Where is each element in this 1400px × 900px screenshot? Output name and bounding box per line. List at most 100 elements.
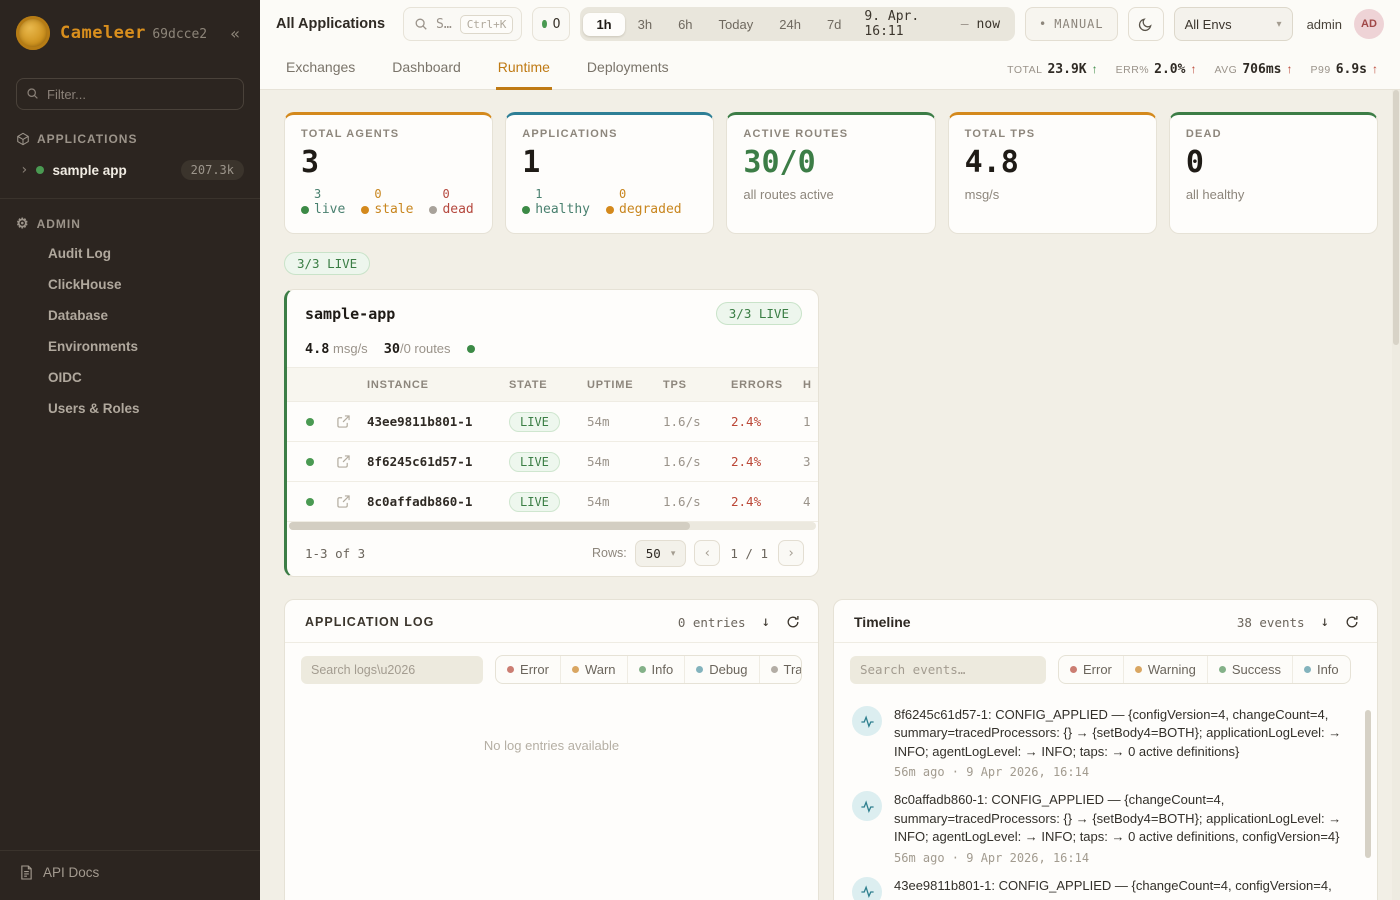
- document-icon: [20, 865, 33, 880]
- tab-exchanges[interactable]: Exchanges: [284, 59, 357, 90]
- log-level-filters: Error Warn Info Debug Trace: [495, 655, 802, 684]
- moon-icon: [1138, 17, 1153, 32]
- filter-error[interactable]: Error: [496, 656, 560, 683]
- timeline-events-list: 8f6245c61d57-1: CONFIG_APPLIED — {config…: [834, 696, 1377, 900]
- breakdown-stale: 0stale: [361, 187, 413, 218]
- chevron-right-icon[interactable]: ›: [20, 162, 28, 178]
- instance-status-dot: [306, 498, 314, 506]
- table-row[interactable]: 43ee9811b801-1 LIVE 54m 1.6/s 2.4% 1: [287, 402, 818, 442]
- filter-success[interactable]: Success: [1207, 656, 1292, 683]
- filter-debug[interactable]: Debug: [684, 656, 758, 683]
- table-row[interactable]: 8c0affadb860-1 LIVE 54m 1.6/s 2.4% 4: [287, 482, 818, 522]
- timeline-search-input[interactable]: [850, 656, 1046, 684]
- instance-status-dot: [306, 458, 314, 466]
- date-range-display[interactable]: 9. Apr. 16:11 – now: [854, 9, 1012, 39]
- sample-app-panel: sample-app 3/3 LIVE 4.8 msg/s 30/0 route…: [284, 289, 819, 577]
- app-live-badge: 3/3 LIVE: [716, 302, 802, 325]
- sidebar-collapse-icon[interactable]: «: [224, 22, 246, 45]
- package-icon: [16, 132, 30, 146]
- topbar: All Applications S… Ctrl+K O 1h 3h 6h To…: [260, 0, 1400, 48]
- filter-trace[interactable]: Trace: [759, 656, 802, 683]
- filter-info[interactable]: Info: [1292, 656, 1350, 683]
- external-link-icon[interactable]: [323, 455, 363, 468]
- stat-total: TOTAL 23.9K ↑: [1007, 62, 1098, 77]
- tab-deployments[interactable]: Deployments: [585, 59, 671, 90]
- col-tps: TPS: [659, 379, 727, 391]
- filter-warning[interactable]: Warning: [1123, 656, 1207, 683]
- arrow-up-icon: ↑: [1092, 62, 1098, 76]
- timeline-scrollbar[interactable]: [1365, 710, 1371, 858]
- breakdown-healthy: 1healthy: [522, 187, 590, 218]
- log-search-input[interactable]: [301, 656, 483, 684]
- avatar[interactable]: AD: [1354, 9, 1384, 39]
- instance-status-dot: [306, 418, 314, 426]
- external-link-icon[interactable]: [323, 495, 363, 508]
- filter-warn[interactable]: Warn: [560, 656, 627, 683]
- timeline-title: Timeline: [854, 614, 911, 630]
- sidebar-item-environments[interactable]: Environments: [0, 331, 260, 362]
- tab-dashboard[interactable]: Dashboard: [390, 59, 463, 90]
- timeline-event-count: 38 events: [1237, 615, 1305, 630]
- info-dot: [1304, 666, 1311, 673]
- sidebar-filter: [16, 78, 244, 110]
- next-page-button[interactable]: ›: [778, 540, 804, 566]
- env-selected-value: All Envs: [1185, 17, 1232, 32]
- rows-per-page-select[interactable]: 50▾: [635, 540, 687, 567]
- filter-error[interactable]: Error: [1059, 656, 1123, 683]
- filter-info[interactable]: Info: [627, 656, 685, 683]
- prev-page-button[interactable]: ‹: [694, 540, 720, 566]
- stat-p99: P99 6.9s ↑: [1311, 62, 1379, 77]
- app-panel-title: sample-app: [305, 305, 395, 323]
- sidebar: Cameleer 69dcce2 « APPLICATIONS › sample…: [0, 0, 260, 900]
- table-horizontal-scrollbar[interactable]: [289, 522, 816, 530]
- external-link-icon[interactable]: [323, 415, 363, 428]
- log-empty-state: No log entries available: [285, 696, 818, 753]
- time-range-7d[interactable]: 7d: [814, 13, 854, 36]
- global-search-button[interactable]: S… Ctrl+K: [403, 7, 522, 41]
- sidebar-item-users-roles[interactable]: Users & Roles: [0, 393, 260, 424]
- tab-runtime[interactable]: Runtime: [496, 59, 552, 90]
- sidebar-filter-input[interactable]: [16, 78, 244, 110]
- download-icon[interactable]: ↓: [762, 614, 770, 630]
- sidebar-item-database[interactable]: Database: [0, 300, 260, 331]
- time-range-3h[interactable]: 3h: [625, 13, 665, 36]
- scrollbar-thumb[interactable]: [1393, 90, 1399, 345]
- env-select[interactable]: All Envs ▾: [1174, 7, 1293, 41]
- col-instance: INSTANCE: [363, 379, 505, 391]
- sidebar-item-audit-log[interactable]: Audit Log: [0, 238, 260, 269]
- col-state: STATE: [505, 379, 583, 391]
- app-panel-stats: 4.8 msg/s 30/0 routes: [287, 335, 818, 368]
- sidebar-item-clickhouse[interactable]: ClickHouse: [0, 269, 260, 300]
- header-stats: TOTAL 23.9K ↑ ERR% 2.0% ↑ AVG 706ms ↑ P9…: [1007, 62, 1378, 89]
- scrollbar-thumb[interactable]: [289, 522, 690, 530]
- stat-err: ERR% 2.0% ↑: [1116, 62, 1197, 77]
- debug-dot: [696, 666, 703, 673]
- arrow-up-icon: ↑: [1372, 62, 1378, 76]
- sidebar-item-oidc[interactable]: OIDC: [0, 362, 260, 393]
- date-to: now: [977, 17, 1000, 32]
- date-separator: –: [961, 17, 969, 32]
- time-range-6h[interactable]: 6h: [665, 13, 705, 36]
- online-status-text: O: [553, 17, 561, 32]
- page-title: All Applications: [276, 16, 385, 32]
- download-icon[interactable]: ↓: [1321, 614, 1329, 630]
- card-dead: DEAD 0 all healthy: [1169, 112, 1378, 234]
- sidebar-item-sample-app[interactable]: › sample app 207.3k: [0, 152, 260, 188]
- breakdown-dead: 0dead: [429, 187, 473, 218]
- sidebar-item-api-docs[interactable]: API Docs: [0, 851, 260, 900]
- status-dot: [606, 206, 614, 214]
- time-range-today[interactable]: Today: [706, 13, 767, 36]
- col-errors: ERRORS: [727, 379, 799, 391]
- manual-refresh-button[interactable]: • MANUAL: [1025, 7, 1118, 41]
- theme-toggle-button[interactable]: [1128, 7, 1164, 41]
- time-range-1h[interactable]: 1h: [583, 13, 624, 36]
- app-version: 69dcce2: [152, 27, 207, 42]
- online-status-button[interactable]: O: [532, 7, 570, 41]
- page-scrollbar[interactable]: [1392, 90, 1400, 900]
- card-active-routes: ACTIVE ROUTES 30/0 all routes active: [726, 112, 935, 234]
- admin-section-header: ⚙ ADMIN: [0, 199, 260, 238]
- refresh-icon[interactable]: [1345, 615, 1359, 629]
- refresh-icon[interactable]: [786, 615, 800, 629]
- time-range-24h[interactable]: 24h: [766, 13, 814, 36]
- table-row[interactable]: 8f6245c61d57-1 LIVE 54m 1.6/s 2.4% 3: [287, 442, 818, 482]
